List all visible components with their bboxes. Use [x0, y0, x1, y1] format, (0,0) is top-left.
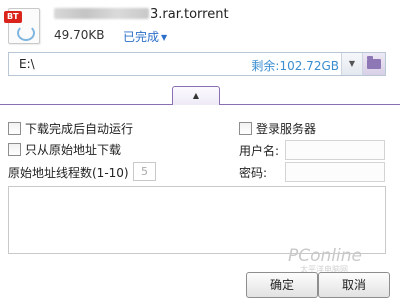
watermark-logo: PConline — [288, 246, 362, 266]
swirl-graphic — [17, 25, 35, 41]
save-path-combobox[interactable]: E:\ 剩余:102.72GB ▼ — [8, 52, 386, 76]
chevron-down-icon: ▼ — [161, 33, 168, 42]
login-server-label: 登录服务器 — [256, 122, 317, 136]
origin-only-option[interactable]: 只从原始地址下载 — [8, 141, 121, 158]
auto-run-checkbox[interactable] — [8, 122, 21, 135]
free-space-label: 剩余:102.72GB — [251, 59, 339, 73]
password-label: 密码: — [239, 166, 268, 180]
save-path-value: E:\ — [19, 57, 35, 71]
password-field[interactable] — [285, 162, 385, 182]
info-textarea[interactable] — [8, 186, 386, 254]
username-label: 用户名: — [239, 144, 280, 158]
thread-count-label: 原始地址线程数(1-10) — [8, 166, 129, 180]
file-name: 3.rar.torrent — [54, 7, 229, 22]
username-field[interactable] — [285, 140, 385, 160]
auto-run-option[interactable]: 下载完成后自动运行 — [8, 120, 133, 137]
cancel-button[interactable]: 取消 — [318, 272, 390, 298]
login-server-option[interactable]: 登录服务器 — [239, 120, 316, 137]
status-dropdown[interactable]: 已完成 ▼ — [123, 28, 167, 45]
file-name-suffix: 3.rar.torrent — [150, 7, 229, 22]
thread-count-input[interactable]: 5 — [133, 162, 156, 181]
chevron-down-icon[interactable]: ▼ — [341, 53, 362, 75]
file-size: 49.70KB — [54, 28, 105, 42]
bt-badge: BT — [4, 11, 22, 23]
blurred-filename-prefix — [54, 8, 149, 19]
chevron-up-icon: ▲ — [192, 91, 200, 100]
origin-only-label: 只从原始地址下载 — [25, 143, 122, 157]
browse-folder-button[interactable] — [362, 53, 385, 75]
login-server-checkbox[interactable] — [239, 122, 252, 135]
ok-button[interactable]: 确定 — [246, 272, 318, 298]
collapse-toggle[interactable]: ▲ — [172, 86, 220, 105]
origin-only-checkbox[interactable] — [8, 143, 21, 156]
folder-icon — [367, 56, 381, 69]
status-label: 已完成 — [123, 30, 160, 44]
auto-run-label: 下载完成后自动运行 — [25, 122, 134, 136]
bt-file-icon: BT — [4, 8, 40, 44]
